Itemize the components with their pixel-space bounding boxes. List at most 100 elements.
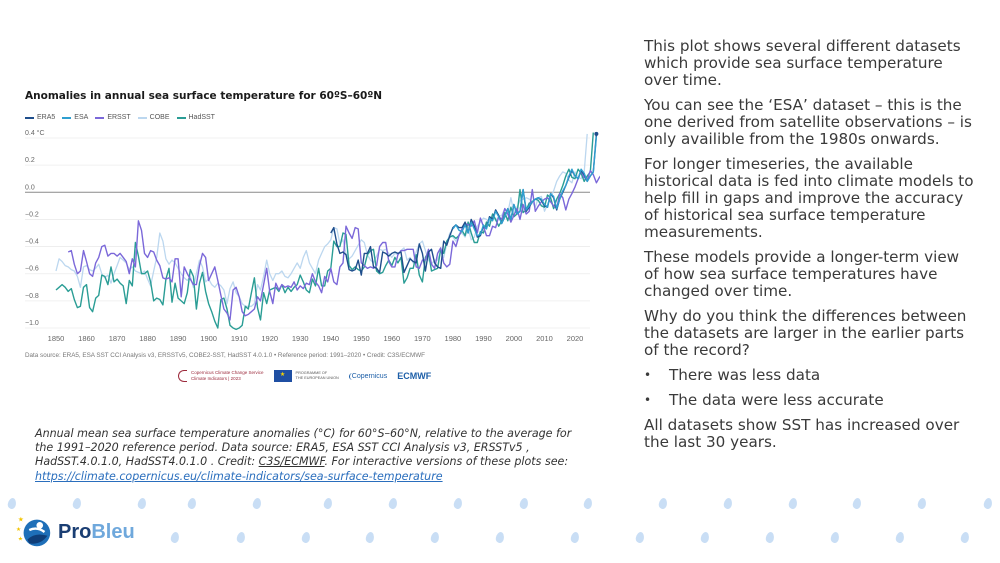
x-tick-label: 1980 <box>445 334 462 343</box>
droplet-icon <box>722 497 734 510</box>
x-tick-label: 1990 <box>475 334 492 343</box>
droplet-icon <box>959 531 971 544</box>
x-tick-label: 2020 <box>567 334 584 343</box>
legend-swatch <box>176 116 186 119</box>
droplet-icon <box>300 531 312 544</box>
probleu-emblem-icon: ★ ★ ★ <box>16 516 51 547</box>
droplet-icon <box>634 531 646 544</box>
sst-chart: 0.4 °C 0.2 0.0 −0.2 −0.4 −0.6 −0.8 −1.0 1850 1860… <box>25 129 600 343</box>
droplet-icon <box>829 531 841 544</box>
latest-value-marker <box>594 131 599 136</box>
caption-after-credit: . For interactive versions of these plot… <box>324 455 569 469</box>
x-tick-label: 2000 <box>506 334 523 343</box>
droplet-icon <box>235 531 247 544</box>
droplet-icon <box>429 531 441 544</box>
x-tick-label: 1870 <box>109 334 126 343</box>
y-tick-label: −0.8 <box>25 293 39 300</box>
droplet-icon <box>136 497 148 510</box>
droplet-icon <box>582 497 594 510</box>
paragraph-3: For longer timeseries, the available his… <box>644 155 974 241</box>
droplet-icon <box>6 497 18 510</box>
brand-pro: Pro <box>58 520 92 543</box>
eu-logo: ★ PROGRAMME OF THE EUROPEAN UNION <box>273 370 339 382</box>
brand-bleu: Bleu <box>91 520 135 543</box>
bullet-icon: • <box>644 393 652 407</box>
chart-title: Anomalies in annual sea surface temperat… <box>25 90 383 102</box>
droplet-icon <box>186 497 198 510</box>
paragraph-1: This plot shows several different datase… <box>644 37 961 89</box>
svg-text:★: ★ <box>18 516 24 524</box>
droplet-icon <box>322 497 334 510</box>
legend-swatch <box>95 116 105 119</box>
x-tick-label: 1850 <box>48 334 65 343</box>
paragraph-2: You can see the ‘ESA’ dataset – this is … <box>644 96 972 148</box>
x-tick-label: 1890 <box>170 334 187 343</box>
droplet-icon <box>251 497 263 510</box>
droplet-icon <box>494 531 506 544</box>
ecmwf-logo: ECMWF <box>397 371 432 381</box>
x-tick-label: 1880 <box>139 334 156 343</box>
probleu-logo: ★ ★ ★ ProBleu <box>16 513 135 551</box>
x-tick-label: 1950 <box>353 334 370 343</box>
droplet-icon <box>982 497 994 510</box>
droplet-icon <box>851 497 863 510</box>
eu-flag-icon: ★ <box>273 370 292 382</box>
y-tick-label: −1.0 <box>25 320 39 327</box>
c3s-line2: Climate Indicators | 2023 <box>191 376 241 381</box>
y-tick-label: −0.4 <box>25 239 39 246</box>
droplet-icon <box>364 531 376 544</box>
explanation-panel: This plot shows several different datase… <box>644 38 974 459</box>
bullet-item: • There was less data <box>644 367 974 384</box>
droplet-icon <box>569 531 581 544</box>
logo-row: Copernicus Climate Change Service Climat… <box>178 370 431 382</box>
copernicus-url-link[interactable]: https://climate.copernicus.eu/climate-in… <box>35 470 443 483</box>
paragraph-6: All datasets show SST has increased over… <box>644 416 960 451</box>
x-tick-label: 2010 <box>536 334 553 343</box>
droplet-icon <box>699 531 711 544</box>
y-tick-label: −0.2 <box>25 211 39 218</box>
x-tick-label: 1910 <box>231 334 248 343</box>
x-tick-label: 1920 <box>261 334 278 343</box>
droplet-icon <box>387 497 399 510</box>
paragraph-4: These models provide a longer-term view … <box>644 248 960 300</box>
droplet-icon <box>894 531 906 544</box>
droplet-icon <box>657 497 669 510</box>
series-line-era5[interactable] <box>330 133 598 276</box>
y-tick-label: −0.6 <box>25 266 39 273</box>
droplet-icon <box>787 497 799 510</box>
bullet-text: There was less data <box>669 366 821 384</box>
paragraph-5: Why do you think the differences between… <box>644 307 967 359</box>
copernicus-logo: Copernicus <box>348 372 387 380</box>
droplet-icon <box>764 531 776 544</box>
chart-source: Data source: ERA5, ESA SST CCI Analysis … <box>25 352 426 359</box>
x-tick-label: 1860 <box>78 334 95 343</box>
svg-text:★: ★ <box>18 536 23 543</box>
y-tick-label: 0.4 °C <box>25 129 45 137</box>
bullet-icon: • <box>644 368 652 382</box>
y-tick-label: 0.0 <box>25 184 35 191</box>
legend-swatch <box>25 116 34 119</box>
x-tick-label: 1960 <box>383 334 400 343</box>
decorative-droplets <box>0 490 1000 563</box>
legend-swatch <box>137 116 147 119</box>
brand-name: ProBleu <box>58 521 135 544</box>
x-tick-label: 1940 <box>322 334 339 343</box>
droplet-icon <box>169 531 181 544</box>
bullet-item: • The data were less accurate <box>644 392 974 409</box>
c3s-icon <box>178 370 187 382</box>
legend-swatch <box>62 116 72 119</box>
bullet-text: The data were less accurate <box>669 391 884 409</box>
droplet-icon <box>916 497 928 510</box>
x-tick-label: 1970 <box>414 334 431 343</box>
svg-text:★: ★ <box>16 526 21 533</box>
droplet-icon <box>452 497 464 510</box>
series-line-hadsst[interactable] <box>55 132 594 331</box>
droplet-icon <box>518 497 530 510</box>
droplet-icon <box>71 497 83 510</box>
credit-link[interactable]: C3S/ECMWF <box>259 455 325 468</box>
x-tick-label: 1930 <box>292 334 309 343</box>
x-tick-label: 1900 <box>200 334 217 343</box>
y-tick-label: 0.2 <box>25 157 35 164</box>
eu-line2: THE EUROPEAN UNION <box>295 376 339 380</box>
figure-caption: Annual mean sea surface temperature anom… <box>35 427 575 484</box>
